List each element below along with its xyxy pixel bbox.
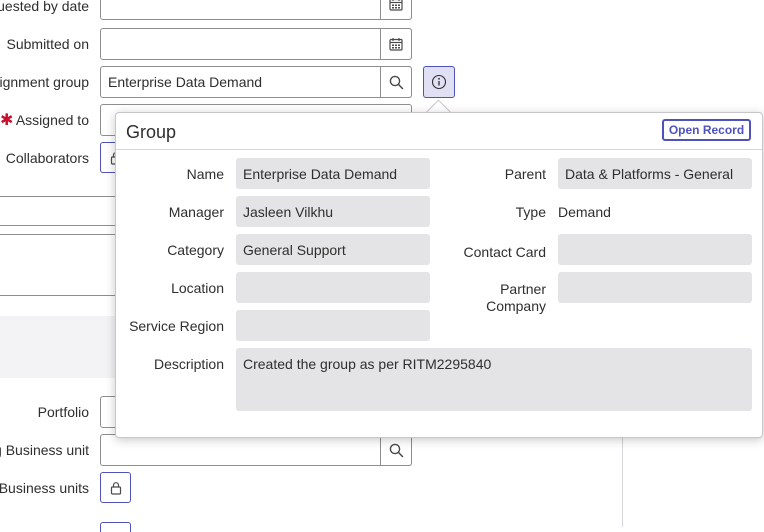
category-label: Category <box>167 242 224 258</box>
type-value: Demand <box>558 204 611 220</box>
partner-company-label-line1: Partner <box>500 281 546 297</box>
collaborators-label: Collaborators <box>5 150 89 166</box>
parent-value: Data & Platforms - General <box>558 158 752 189</box>
assignment-group-input[interactable]: Enterprise Data Demand <box>100 66 412 98</box>
group-popup: Group Open Record Name Enterprise Data D… <box>115 112 763 438</box>
name-label: Name <box>186 166 224 182</box>
lock-icon <box>110 481 121 495</box>
assignment-group-label: ignment group <box>0 74 89 90</box>
location-label: Location <box>171 280 224 296</box>
contact-card-label: Contact Card <box>463 244 546 260</box>
calendar-icon <box>389 38 403 51</box>
business-units-lock-button[interactable] <box>100 472 131 503</box>
assigned-to-label: Assigned to <box>15 112 89 128</box>
description-label: Description <box>153 356 224 372</box>
location-value <box>236 272 430 303</box>
assignment-group-value: Enterprise Data Demand <box>108 74 263 90</box>
name-value: Enterprise Data Demand <box>236 158 430 189</box>
business-units-label: Business units <box>0 480 89 496</box>
assignment-group-info-button[interactable] <box>423 66 455 98</box>
assignment-group-search-button[interactable] <box>380 66 412 98</box>
partner-company-label-line2: Company <box>486 298 546 314</box>
search-icon <box>389 443 403 457</box>
manager-label: Manager <box>168 204 224 220</box>
submitted-on-label: Submitted on <box>6 36 90 52</box>
portfolio-label: Portfolio <box>37 404 89 420</box>
service-region-value <box>236 310 430 341</box>
requested-by-date-input[interactable] <box>100 0 412 20</box>
popup-divider <box>116 149 762 150</box>
business-unit-input[interactable] <box>100 434 412 466</box>
bottom-button[interactable] <box>100 522 131 532</box>
manager-value: Jasleen Vilkhu <box>236 196 430 227</box>
partner-company-value <box>558 272 752 303</box>
search-icon <box>389 75 403 89</box>
category-value: General Support <box>236 234 430 265</box>
business-unit-label: g Business unit <box>0 442 89 458</box>
popup-title: Group <box>126 122 177 142</box>
type-label: Type <box>515 204 546 220</box>
requested-by-date-calendar-button[interactable] <box>380 0 412 20</box>
contact-card-value <box>558 234 752 265</box>
calendar-icon <box>389 0 403 11</box>
open-record-button[interactable]: Open Record <box>662 119 751 141</box>
submitted-on-calendar-button[interactable] <box>380 28 412 60</box>
business-unit-search-button[interactable] <box>380 434 412 466</box>
info-icon <box>431 74 447 90</box>
description-value: Created the group as per RITM2295840 <box>236 348 752 411</box>
required-mark: ✱ <box>0 112 14 129</box>
parent-label: Parent <box>504 166 546 182</box>
requested-by-date-label: uested by date <box>0 0 89 14</box>
service-region-label: Service Region <box>129 318 224 334</box>
submitted-on-input[interactable] <box>100 28 412 60</box>
